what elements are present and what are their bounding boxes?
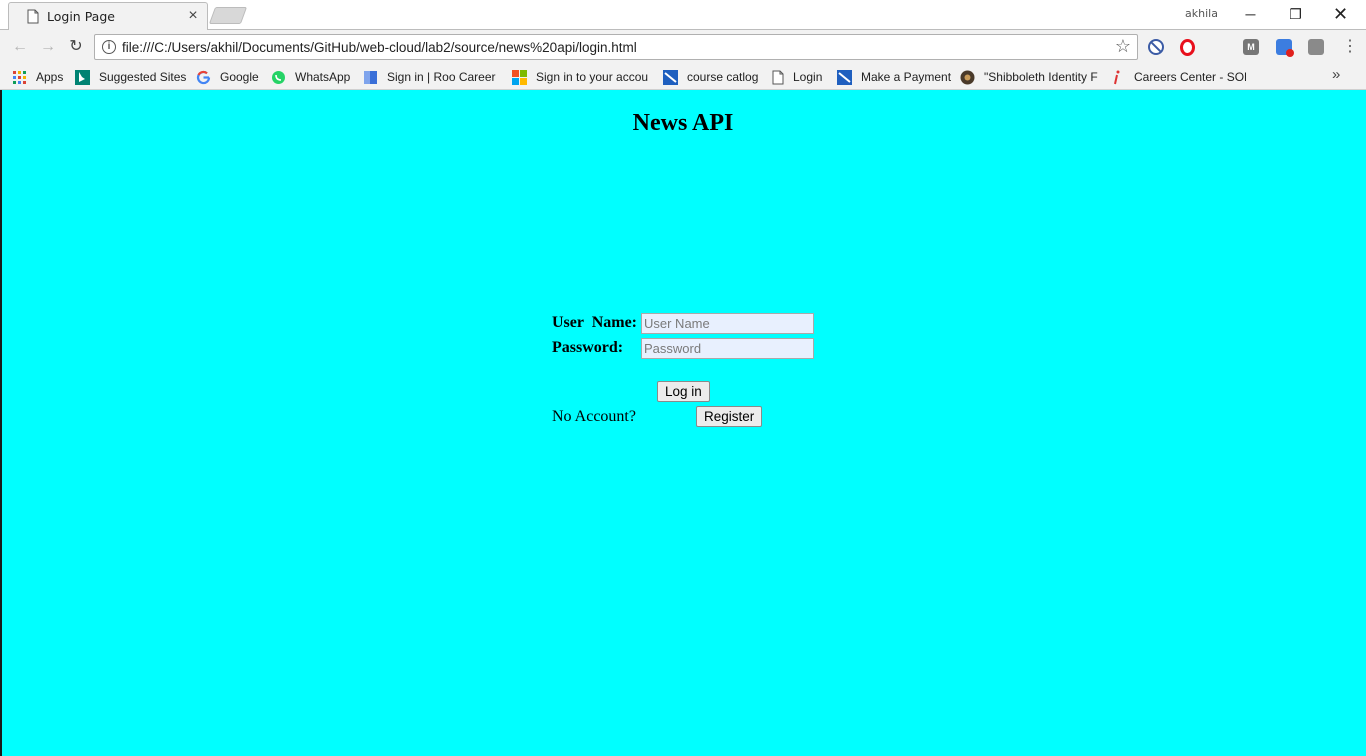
- profile-name[interactable]: akhila: [1185, 7, 1218, 20]
- microsoft-icon: [512, 69, 527, 85]
- bookmark-label: Make a Payment: [861, 70, 952, 84]
- forward-icon[interactable]: →: [37, 36, 59, 58]
- bookmark-star-icon[interactable]: ☆: [1115, 36, 1131, 57]
- bookmark-careers-center[interactable]: Careers Center - SOF: [1110, 68, 1246, 86]
- bookmark-microsoft-signin[interactable]: Sign in to your accou: [512, 68, 649, 86]
- navigation-toolbar: ← → ↻ i file:///C:/Users/akhil/Documents…: [0, 30, 1366, 64]
- username-label: User Name:: [552, 314, 638, 331]
- shield-extension-icon[interactable]: [1276, 39, 1294, 57]
- url-text[interactable]: file:///C:/Users/akhil/Documents/GitHub/…: [122, 40, 637, 55]
- bookmark-google[interactable]: Google: [196, 68, 259, 86]
- page-title: News API: [632, 110, 734, 136]
- bookmark-login[interactable]: Login: [772, 68, 822, 86]
- whatsapp-icon: [272, 70, 285, 84]
- chrome-menu-icon[interactable]: ⋮: [1342, 35, 1358, 59]
- site-info-icon[interactable]: i: [102, 40, 116, 54]
- bookmark-label: Careers Center - SOF: [1134, 70, 1246, 84]
- bookmarks-overflow-icon[interactable]: »: [1332, 66, 1340, 83]
- back-icon[interactable]: ←: [9, 36, 31, 58]
- browser-chrome: Login Page × akhila ─ ❐ ✕ ← → ↻ i file:/…: [0, 0, 1366, 90]
- tab-login-page[interactable]: Login Page ×: [8, 2, 208, 30]
- page-icon: [27, 9, 39, 24]
- register-button[interactable]: Register: [696, 406, 763, 427]
- grey-extension-icon[interactable]: [1308, 39, 1324, 55]
- block-icon[interactable]: [1148, 39, 1164, 55]
- bookmark-label: Sign in to your accou: [536, 70, 649, 84]
- bookmark-roo-career[interactable]: Sign in | Roo Career N: [363, 68, 498, 86]
- bookmark-suggested-sites[interactable]: Suggested Sites: [75, 68, 186, 86]
- minimize-button[interactable]: ─: [1228, 0, 1273, 28]
- opera-icon[interactable]: [1180, 39, 1195, 56]
- bookmark-label: Apps: [36, 70, 64, 84]
- new-tab-button[interactable]: [208, 7, 248, 24]
- no-account-text: No Account?: [552, 408, 636, 425]
- page-viewport: News API User Name: Password: Log in No …: [0, 90, 1366, 756]
- bing-icon: [75, 69, 90, 85]
- password-label: Password:: [552, 339, 624, 356]
- m-extension-icon[interactable]: M: [1243, 39, 1259, 55]
- bookmark-label: course catlog: [687, 70, 759, 84]
- bookmarks-bar: Apps Suggested Sites Google WhatsApp Sig…: [0, 64, 1366, 90]
- maximize-button[interactable]: ❐: [1273, 0, 1318, 28]
- bookmark-label: Login: [793, 70, 823, 84]
- shibboleth-icon: [960, 70, 975, 84]
- apps-grid-icon: [13, 70, 26, 84]
- bookmark-label: Google: [220, 70, 259, 84]
- window-close-button[interactable]: ✕: [1318, 0, 1363, 28]
- tab-close-icon[interactable]: ×: [185, 7, 201, 25]
- window-left-edge: [0, 90, 2, 756]
- username-input[interactable]: [641, 313, 814, 334]
- bookmark-label: "Shibboleth Identity F: [984, 70, 1098, 84]
- password-input[interactable]: [641, 338, 814, 359]
- page-icon: [772, 70, 784, 84]
- bookmark-apps[interactable]: Apps: [12, 68, 63, 86]
- reload-icon[interactable]: ↻: [65, 36, 87, 58]
- bookmark-shibboleth[interactable]: "Shibboleth Identity F: [960, 68, 1098, 86]
- bookmark-label: Suggested Sites: [99, 70, 187, 84]
- bookmark-course-catlog[interactable]: course catlog: [663, 68, 758, 86]
- login-button[interactable]: Log in: [657, 381, 710, 402]
- google-icon: [196, 70, 211, 84]
- bookmark-label: Sign in | Roo Career N: [387, 70, 498, 84]
- umkc-icon: [663, 69, 678, 85]
- tab-strip: Login Page × akhila ─ ❐ ✕: [0, 0, 1366, 30]
- bookmark-make-a-payment[interactable]: Make a Payment: [837, 68, 951, 86]
- tab-title: Login Page: [47, 9, 115, 24]
- bookmark-label: WhatsApp: [295, 70, 351, 84]
- address-bar[interactable]: i file:///C:/Users/akhil/Documents/GitHu…: [94, 34, 1138, 60]
- info-i-icon: [1114, 70, 1120, 84]
- umkc-icon: [837, 69, 852, 85]
- roo-career-icon: [364, 70, 377, 84]
- bookmark-whatsapp[interactable]: WhatsApp: [271, 68, 350, 86]
